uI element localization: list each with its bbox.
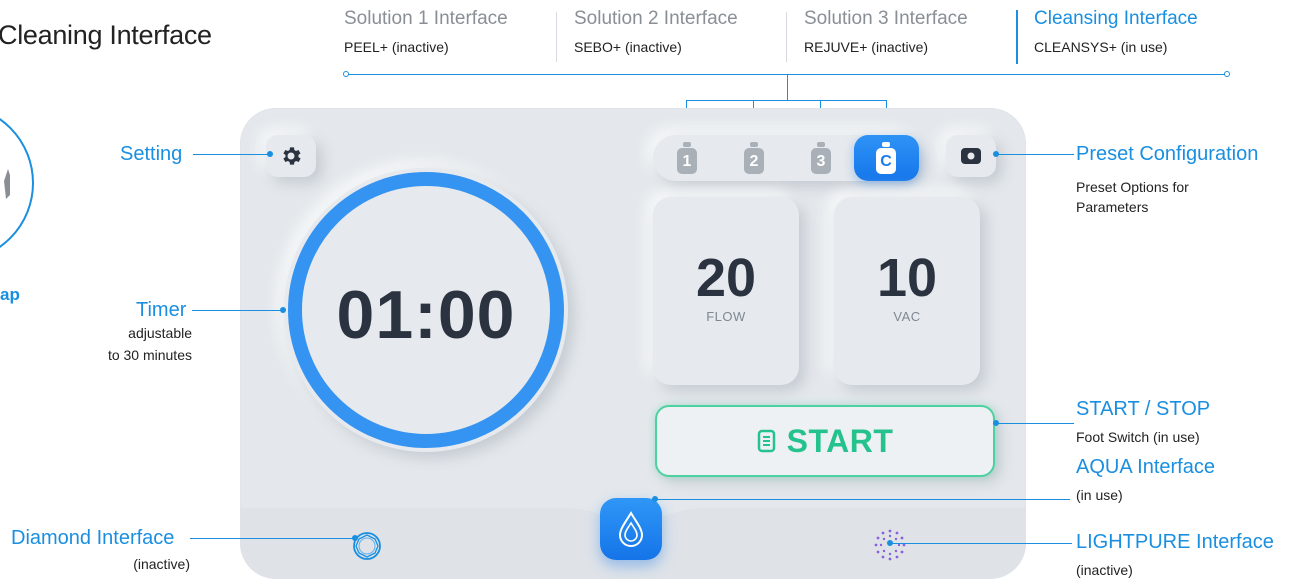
tab-status: CLEANSYS+ (in use) <box>1034 39 1168 55</box>
start-button[interactable]: START <box>655 405 995 477</box>
connector-branch <box>686 100 887 101</box>
callout-aqua-sub: (in use) <box>1076 487 1123 503</box>
tab-title: Cleansing Interface <box>1034 8 1198 29</box>
tab-cleansing[interactable]: Cleansing Interface CLEANSYS+ (in use) <box>1034 8 1198 55</box>
connector-end-dot <box>1224 71 1230 77</box>
tab-status: REJUVE+ (inactive) <box>804 39 929 55</box>
aqua-interface-button[interactable] <box>600 498 662 560</box>
bottle-cap <box>750 142 758 147</box>
callout-aqua-line <box>655 499 1070 500</box>
document-icon <box>757 429 775 453</box>
callout-timer-line <box>192 310 284 311</box>
bottle-label: 1 <box>677 148 697 174</box>
callout-start-line <box>996 423 1031 424</box>
callout-setting-dot <box>267 151 273 157</box>
solution-2-button[interactable]: 2 <box>744 142 764 176</box>
preset-configuration-button[interactable] <box>946 135 996 177</box>
solution-selector: 1 2 3 C <box>653 135 919 181</box>
callout-timer-sub1: adjustable <box>128 325 192 341</box>
flow-value: 20 <box>695 248 757 308</box>
bottle-label: C <box>876 148 896 174</box>
callout-setting-line <box>193 154 272 155</box>
timer-dial[interactable]: 01:00 <box>284 168 568 452</box>
tab-solution-3[interactable]: Solution 3 Interface REJUVE+ (inactive) <box>804 8 968 55</box>
tab-solution-2[interactable]: Solution 2 Interface SEBO+ (inactive) <box>574 8 738 55</box>
handpiece-circle-icon <box>0 118 34 248</box>
start-label: START <box>786 422 894 459</box>
callout-preset-sub2: Parameters <box>1076 199 1149 215</box>
page-title: Cleaning Interface <box>0 20 212 50</box>
flow-label: FLOW <box>706 309 746 324</box>
callout-lightpure-title: LIGHTPURE Interface <box>1076 531 1274 553</box>
solution-3-button[interactable]: 3 <box>811 142 831 176</box>
connector-stem <box>787 74 788 100</box>
callout-preset-title: Preset Configuration <box>1076 143 1259 165</box>
callout-setting-title: Setting <box>120 143 183 165</box>
flow-control[interactable]: 20 FLOW <box>653 197 799 385</box>
tab-title: Solution 1 Interface <box>344 8 508 29</box>
tab-status: PEEL+ (inactive) <box>344 39 449 55</box>
callout-timer-dot <box>280 307 286 313</box>
callout-diamond-sub: (inactive) <box>133 556 190 572</box>
tab-title: Solution 3 Interface <box>804 8 968 29</box>
tab-title: Solution 2 Interface <box>574 8 738 29</box>
tab-divider <box>556 12 557 62</box>
left-edge-label: ap <box>0 285 20 304</box>
callout-diamond-dot <box>352 535 358 541</box>
bottle-label: 2 <box>744 148 764 174</box>
callout-start-title: START / STOP <box>1076 398 1211 420</box>
water-drop-icon <box>618 511 644 547</box>
vac-label: VAC <box>893 309 921 324</box>
vac-control[interactable]: 10 VAC <box>834 197 980 385</box>
connector-end-dot <box>343 71 349 77</box>
callout-start-sub: Foot Switch (in use) <box>1076 429 1200 445</box>
callout-start-line-2 <box>1031 423 1074 424</box>
callout-diamond-title: Diamond Interface <box>11 527 175 549</box>
gear-icon <box>283 147 301 165</box>
vac-value: 10 <box>876 248 938 308</box>
callout-timer-title: Timer <box>136 299 187 321</box>
tab-divider <box>786 12 787 62</box>
callout-diamond-line <box>190 538 356 539</box>
solution-1-button[interactable]: 1 <box>677 142 697 176</box>
tab-active-divider <box>1016 10 1018 64</box>
bottle-cap <box>683 142 691 147</box>
callout-preset-sub1: Preset Options for <box>1076 179 1189 195</box>
bottle-label: 3 <box>811 148 831 174</box>
tab-solution-1[interactable]: Solution 1 Interface PEEL+ (inactive) <box>344 8 508 55</box>
bottle-cap <box>817 142 825 147</box>
callout-lightpure-line <box>890 543 1072 544</box>
camera-icon <box>961 148 981 164</box>
timer-value: 01:00 <box>336 277 516 353</box>
callout-aqua-title: AQUA Interface <box>1076 456 1215 478</box>
callout-lightpure-sub: (inactive) <box>1076 562 1133 578</box>
callout-timer-sub2: to 30 minutes <box>107 347 192 363</box>
callout-preset-line <box>996 154 1074 155</box>
tab-status: SEBO+ (inactive) <box>574 39 682 55</box>
cleansing-solution-button[interactable]: C <box>854 135 919 181</box>
bottle-cap <box>882 142 890 147</box>
